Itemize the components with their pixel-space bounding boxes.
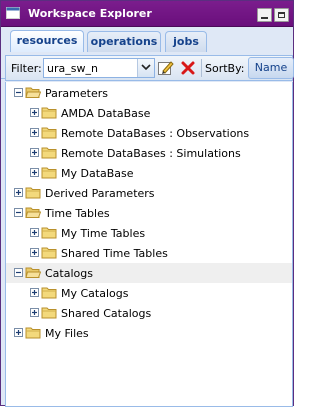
collapse-icon[interactable] <box>14 88 23 97</box>
expand-icon[interactable] <box>30 128 39 137</box>
tab-resources[interactable]: resources <box>10 30 84 52</box>
tree-node-label: Parameters <box>45 87 108 100</box>
folder-icon <box>41 227 57 239</box>
toolbar-separator <box>201 59 202 77</box>
tree-node-label: My Files <box>45 327 89 340</box>
filter-label: Filter: <box>11 62 42 75</box>
expand-icon[interactable] <box>30 148 39 157</box>
workspace-tree[interactable]: Parameters AMDA DataBase Remote DataBases … <box>5 82 293 407</box>
delete-icon[interactable] <box>179 59 197 77</box>
maximize-button[interactable] <box>274 8 289 22</box>
minimize-icon <box>261 17 268 19</box>
tab-strip: resources operations jobs <box>1 28 293 79</box>
folder-icon <box>25 187 41 199</box>
folder-open-icon <box>25 87 41 98</box>
filter-input[interactable] <box>44 59 136 77</box>
window-icon <box>6 7 20 19</box>
collapse-icon[interactable] <box>14 208 23 217</box>
sortby-label: SortBy: <box>205 62 245 75</box>
tree-node-label: My Catalogs <box>61 287 129 300</box>
folder-open-icon <box>25 267 41 278</box>
tree-node-label: My DataBase <box>61 167 134 180</box>
tree-node[interactable]: Remote DataBases : Observations <box>6 123 292 143</box>
collapse-icon[interactable] <box>14 268 23 277</box>
tree-node-label: My Time Tables <box>61 227 146 240</box>
edit-icon[interactable] <box>157 59 175 77</box>
folder-icon <box>41 247 57 259</box>
folder-icon <box>41 107 57 119</box>
tree-node[interactable]: Derived Parameters <box>6 183 292 203</box>
tree-node[interactable]: Parameters <box>6 83 292 103</box>
tree-node-label: Shared Time Tables <box>61 247 168 260</box>
tab-operations[interactable]: operations <box>87 31 161 52</box>
maximize-icon <box>278 12 285 18</box>
tree-node-label: Derived Parameters <box>45 187 155 200</box>
tree-node[interactable]: My Catalogs <box>6 283 292 303</box>
tree-node-label: AMDA DataBase <box>61 107 151 120</box>
title-bar[interactable]: Workspace Explorer <box>1 1 293 27</box>
tree-node[interactable]: Time Tables <box>6 203 292 223</box>
folder-icon <box>25 327 41 339</box>
tree-node[interactable]: My DataBase <box>6 163 292 183</box>
tree-node[interactable]: Shared Catalogs <box>6 303 292 323</box>
tree-node-label: Remote DataBases : Observations <box>61 127 250 140</box>
expand-icon[interactable] <box>14 328 23 337</box>
folder-icon <box>41 167 57 179</box>
window-title: Workspace Explorer <box>28 7 152 20</box>
expand-icon[interactable] <box>30 248 39 257</box>
filter-dropdown-button[interactable] <box>137 59 154 77</box>
tree-node[interactable]: Catalogs <box>6 263 292 283</box>
tree-node[interactable]: My Files <box>6 323 292 343</box>
tree-node-label: Remote DataBases : Simulations <box>61 147 241 160</box>
expand-icon[interactable] <box>30 308 39 317</box>
tree-node[interactable]: AMDA DataBase <box>6 103 292 123</box>
expand-icon[interactable] <box>30 288 39 297</box>
filter-combo[interactable] <box>43 58 155 78</box>
tree-node-label: Time Tables <box>45 207 110 220</box>
expand-icon[interactable] <box>30 168 39 177</box>
tree-node[interactable]: My Time Tables <box>6 223 292 243</box>
folder-icon <box>41 147 57 159</box>
minimize-button[interactable] <box>257 8 272 22</box>
expand-icon[interactable] <box>30 228 39 237</box>
folder-icon <box>41 307 57 319</box>
folder-icon <box>41 127 57 139</box>
sort-name-button[interactable]: Name <box>248 57 294 79</box>
expand-icon[interactable] <box>14 188 23 197</box>
tree-node[interactable]: Shared Time Tables <box>6 243 292 263</box>
folder-open-icon <box>25 207 41 218</box>
workspace-explorer-window: Workspace Explorer resources operations … <box>0 0 294 407</box>
chevron-down-icon <box>141 64 151 71</box>
folder-icon <box>41 287 57 299</box>
tree-node[interactable]: Remote DataBases : Simulations <box>6 143 292 163</box>
expand-icon[interactable] <box>30 108 39 117</box>
tab-jobs[interactable]: jobs <box>165 31 207 52</box>
tree-node-label: Catalogs <box>45 267 93 280</box>
tree-node-label: Shared Catalogs <box>61 307 152 320</box>
filter-toolbar: Filter: SortBy: Name <box>5 55 294 81</box>
